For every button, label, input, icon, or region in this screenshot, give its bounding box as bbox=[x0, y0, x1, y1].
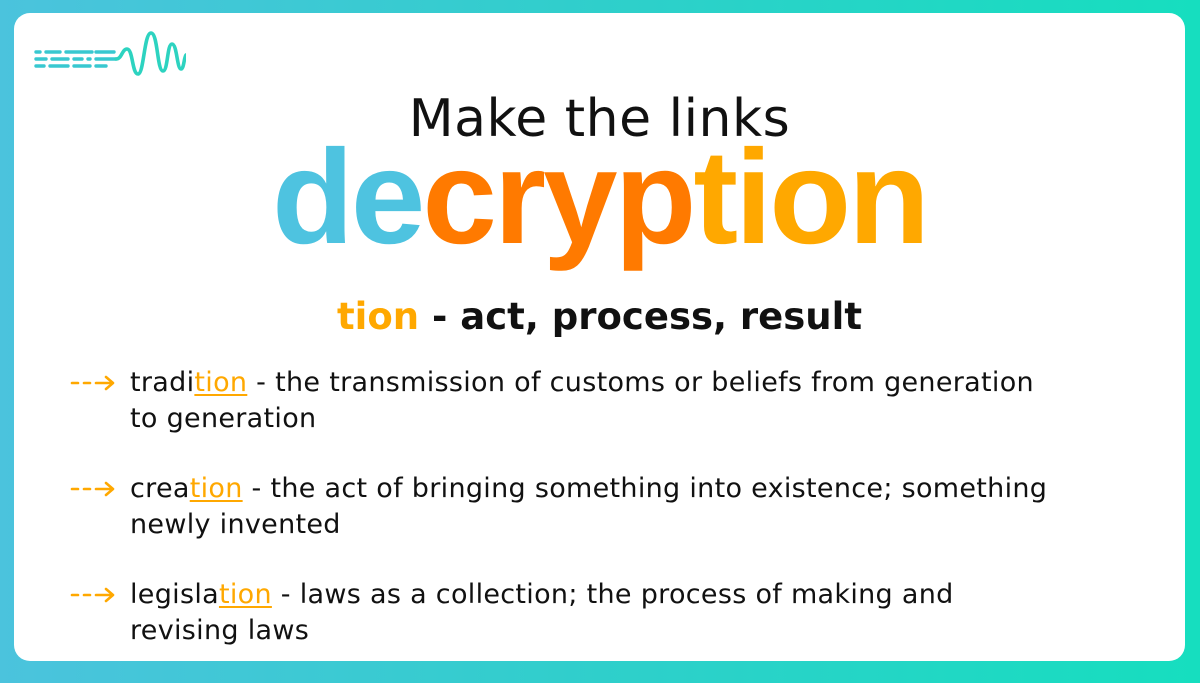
example-definition: - the act of bringing something into exi… bbox=[130, 473, 1048, 540]
example-suffix: tion bbox=[218, 579, 272, 610]
word-root: cryp bbox=[422, 123, 696, 272]
example-stem: tradi bbox=[130, 367, 195, 398]
example-item: legislation - laws as a collection; the … bbox=[70, 577, 1070, 649]
featured-word: decryption bbox=[14, 131, 1185, 265]
example-text: tradition - the transmission of customs … bbox=[130, 365, 1070, 437]
suffix-definition: tion - act, process, result bbox=[14, 295, 1185, 338]
sound-wave-logo-icon bbox=[34, 31, 186, 76]
example-text: legislation - laws as a collection; the … bbox=[130, 577, 1070, 649]
suffix-label: tion bbox=[336, 295, 420, 338]
example-suffix: tion bbox=[189, 473, 243, 504]
word-prefix: de bbox=[271, 123, 425, 272]
dashed-arrow-icon bbox=[70, 375, 115, 391]
example-text: creation - the act of bringing something… bbox=[130, 471, 1070, 543]
word-suffix: tion bbox=[693, 123, 930, 272]
example-item: tradition - the transmission of customs … bbox=[70, 365, 1070, 437]
example-item: creation - the act of bringing something… bbox=[70, 471, 1070, 543]
example-stem: legisla bbox=[130, 579, 219, 610]
example-list: tradition - the transmission of customs … bbox=[70, 365, 1070, 683]
suffix-meaning: - act, process, result bbox=[419, 295, 863, 338]
dashed-arrow-icon bbox=[70, 587, 115, 603]
dashed-arrow-icon bbox=[70, 481, 115, 497]
example-suffix: tion bbox=[194, 367, 248, 398]
slide-card: Make the links decryption tion - act, pr… bbox=[14, 13, 1185, 661]
example-definition: - the transmission of customs or beliefs… bbox=[130, 367, 1034, 434]
example-stem: crea bbox=[130, 473, 190, 504]
